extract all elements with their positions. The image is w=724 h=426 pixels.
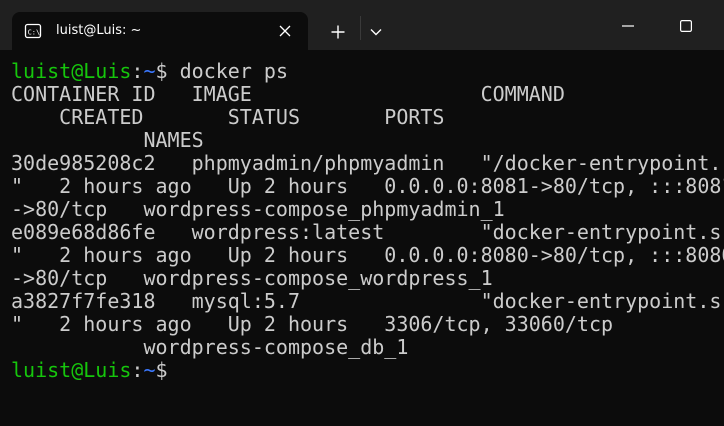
maximize-button[interactable] xyxy=(674,14,698,38)
output-line: 30de985208c2 phpmyadmin/phpmyadmin "/doc… xyxy=(11,152,724,175)
prompt-path: ~ xyxy=(143,359,156,382)
tab-active[interactable]: C:\ luist@Luis: ~ xyxy=(12,12,308,50)
terminal-window: C:\ luist@Luis: ~ luist@Luis:~$ docker p… xyxy=(0,0,724,426)
tab-dropdown-button[interactable] xyxy=(366,20,386,44)
prompt-symbol: $ xyxy=(155,60,180,83)
text-cursor xyxy=(168,360,179,380)
output-line: ->80/tcp wordpress-compose_wordpress_1 xyxy=(11,267,493,290)
tab-divider xyxy=(360,16,361,40)
output-line: " 2 hours ago Up 2 hours 3306/tcp, 33060… xyxy=(11,313,614,336)
maximize-icon xyxy=(680,20,692,32)
minimize-icon xyxy=(622,25,634,27)
svg-text:C:\: C:\ xyxy=(28,28,41,36)
plus-icon xyxy=(331,25,345,39)
output-line: wordpress-compose_db_1 xyxy=(11,336,409,359)
prompt-line: luist@Luis:~$ xyxy=(11,359,724,382)
terminal-icon: C:\ xyxy=(24,22,42,40)
chevron-down-icon xyxy=(370,29,382,36)
prompt-colon: : xyxy=(131,60,144,83)
prompt-symbol: $ xyxy=(155,359,168,382)
prompt-line: luist@Luis:~$ docker ps xyxy=(11,60,724,83)
close-icon[interactable] xyxy=(276,22,294,40)
tab-title: luist@Luis: ~ xyxy=(56,23,142,38)
title-bar: C:\ luist@Luis: ~ xyxy=(0,0,724,50)
command-text: docker ps xyxy=(179,60,288,83)
output-line: " 2 hours ago Up 2 hours 0.0.0.0:8081->8… xyxy=(11,175,724,198)
output-line: NAMES xyxy=(11,129,204,152)
terminal-output[interactable]: luist@Luis:~$ docker ps CONTAINER ID IMA… xyxy=(11,60,724,426)
prompt-user-host: luist@Luis xyxy=(11,60,132,83)
output-line: CREATED STATUS PORTS xyxy=(11,106,445,129)
prompt-user-host: luist@Luis xyxy=(11,359,132,382)
prompt-colon: : xyxy=(131,359,144,382)
output-line: " 2 hours ago Up 2 hours 0.0.0.0:8080->8… xyxy=(11,244,724,267)
minimize-button[interactable] xyxy=(616,14,640,38)
output-line: CONTAINER ID IMAGE COMMAND xyxy=(11,83,565,106)
output-line: a3827f7fe318 mysql:5.7 "docker-entrypoin… xyxy=(11,290,724,313)
output-line: ->80/tcp wordpress-compose_phpmyadmin_1 xyxy=(11,198,505,221)
output-line: e089e68d86fe wordpress:latest "docker-en… xyxy=(11,221,724,244)
new-tab-button[interactable] xyxy=(326,20,350,44)
prompt-path: ~ xyxy=(143,60,156,83)
